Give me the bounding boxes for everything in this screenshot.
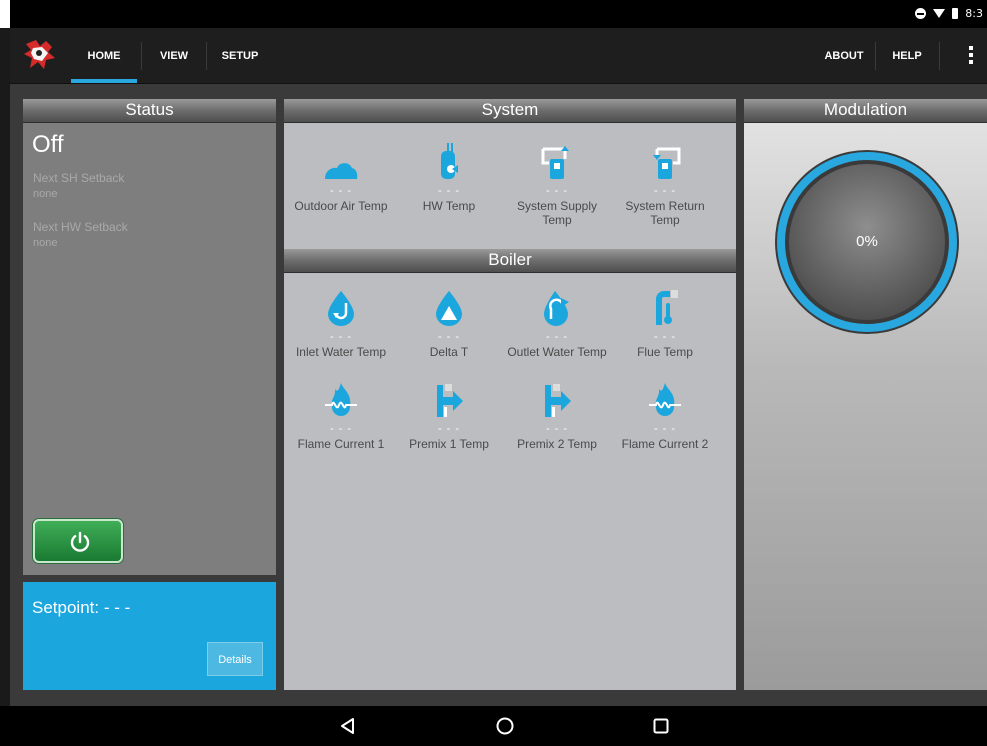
inlet-water-icon [328, 291, 354, 326]
sensor-premix-2-temp[interactable]: - - - Premix 2 Temp [503, 375, 611, 459]
system-sensor-grid: - - - Outdoor Air Temp - - - HW Temp - -… [284, 123, 736, 247]
sh-setback-label: Next SH Setback [33, 171, 125, 185]
clock: 8:3 [965, 7, 983, 20]
modulation-panel: Modulation 0% [744, 99, 987, 690]
sensor-value: - - - [329, 331, 353, 343]
recents-icon[interactable] [651, 716, 671, 736]
sensor-label: Flame Current 2 [621, 437, 709, 451]
sensor-value: - - - [653, 331, 677, 343]
outdoor-air-icon [325, 163, 358, 179]
sensor-label: System Return Temp [625, 199, 705, 227]
sensor-flame-current-2[interactable]: - - - Flame Current 2 [611, 375, 719, 459]
outlet-water-icon [544, 291, 569, 326]
status-state: Off [32, 131, 64, 158]
status-panel: Status Off Next SH Setback none Next HW … [23, 99, 276, 575]
sensor-hw-temp[interactable]: - - - HW Temp [395, 137, 503, 247]
premix-icon [437, 384, 463, 417]
status-title: Status [23, 99, 276, 123]
sensor-label: Premix 1 Temp [409, 437, 489, 451]
divider [141, 42, 142, 70]
power-button[interactable] [33, 519, 123, 563]
sensor-value: - - - [437, 185, 461, 197]
hw-setback-value: none [33, 237, 58, 249]
sensor-value: - - - [545, 423, 569, 435]
boiler-sensor-grid: - - - Inlet Water Temp - - - Delta T - -… [284, 273, 736, 459]
divider [939, 42, 940, 70]
sensor-premix-1-temp[interactable]: - - - Premix 1 Temp [395, 375, 503, 459]
boiler-title: Boiler [284, 249, 736, 273]
home-icon[interactable] [495, 716, 515, 736]
sensor-label: Delta T [429, 345, 469, 359]
flame-current-icon [649, 383, 681, 416]
sensor-value: - - - [653, 185, 677, 197]
tab-setup[interactable]: SETUP [210, 28, 270, 84]
sensor-value: - - - [437, 423, 461, 435]
divider [875, 42, 876, 70]
do-not-disturb-icon [915, 8, 927, 19]
wifi-icon [933, 9, 946, 18]
power-icon [70, 531, 90, 552]
setpoint-value: Setpoint: - - - [32, 598, 131, 617]
sensor-value: - - - [329, 185, 353, 197]
sensor-label: Inlet Water Temp [295, 345, 387, 359]
battery-icon [952, 8, 959, 19]
sensor-flame-current-1[interactable]: - - - Flame Current 1 [287, 375, 395, 459]
home-dashboard: Status Off Next SH Setback none Next HW … [10, 84, 987, 706]
delta-t-icon [436, 291, 462, 326]
flame-current-icon [325, 383, 357, 416]
system-return-icon [653, 147, 681, 179]
sensor-system-return-temp[interactable]: - - - System Return Temp [611, 137, 719, 247]
system-boiler-panel: System - - - Outdoor Air Temp - - - HW T… [284, 99, 736, 690]
sensor-outdoor-air-temp[interactable]: - - - Outdoor Air Temp [287, 137, 395, 247]
android-nav-bar [0, 706, 987, 746]
help-button[interactable]: HELP [878, 28, 936, 84]
back-icon[interactable] [338, 716, 358, 736]
app-bar: HOME VIEW SETUP ABOUT HELP [10, 28, 987, 84]
modulation-title: Modulation [744, 99, 987, 123]
sensor-value: - - - [545, 185, 569, 197]
divider [206, 42, 207, 70]
app-logo[interactable] [22, 38, 58, 72]
tab-view[interactable]: VIEW [145, 28, 203, 84]
sensor-flue-temp[interactable]: - - - Flue Temp [611, 283, 719, 375]
tab-home[interactable]: HOME [71, 28, 137, 84]
about-button[interactable]: ABOUT [814, 28, 874, 84]
sensor-label: System Supply Temp [516, 199, 598, 227]
system-status-bar: 8:3 [0, 0, 987, 28]
sensor-label: Premix 2 Temp [517, 437, 597, 451]
sh-setback-value: none [33, 188, 58, 200]
details-button[interactable]: Details [207, 642, 263, 676]
sensor-label: Outlet Water Temp [507, 345, 607, 359]
hw-setback-label: Next HW Setback [33, 220, 128, 234]
flue-temp-icon [656, 290, 678, 325]
sensor-label: Flue Temp [637, 345, 693, 359]
sensor-label: Flame Current 1 [297, 437, 385, 451]
sensor-outlet-water-temp[interactable]: - - - Outlet Water Temp [503, 283, 611, 375]
sensor-value: - - - [653, 423, 677, 435]
overflow-menu-icon[interactable] [969, 46, 973, 67]
system-title: System [284, 99, 736, 123]
hot-water-tank-icon [441, 143, 458, 179]
premix-icon [545, 384, 571, 417]
modulation-gauge: 0% [774, 149, 960, 335]
system-supply-icon [541, 146, 569, 179]
sensor-value: - - - [545, 331, 569, 343]
sensor-label: Outdoor Air Temp [294, 199, 388, 213]
sensor-value: - - - [329, 423, 353, 435]
sensor-inlet-water-temp[interactable]: - - - Inlet Water Temp [287, 283, 395, 375]
modulation-value: 0% [856, 233, 878, 250]
sensor-delta-t[interactable]: - - - Delta T [395, 283, 503, 375]
sensor-system-supply-temp[interactable]: - - - System Supply Temp [503, 137, 611, 247]
sensor-label: HW Temp [422, 199, 476, 213]
sensor-value: - - - [437, 331, 461, 343]
setpoint-panel: Setpoint: - - - Details [23, 582, 276, 690]
